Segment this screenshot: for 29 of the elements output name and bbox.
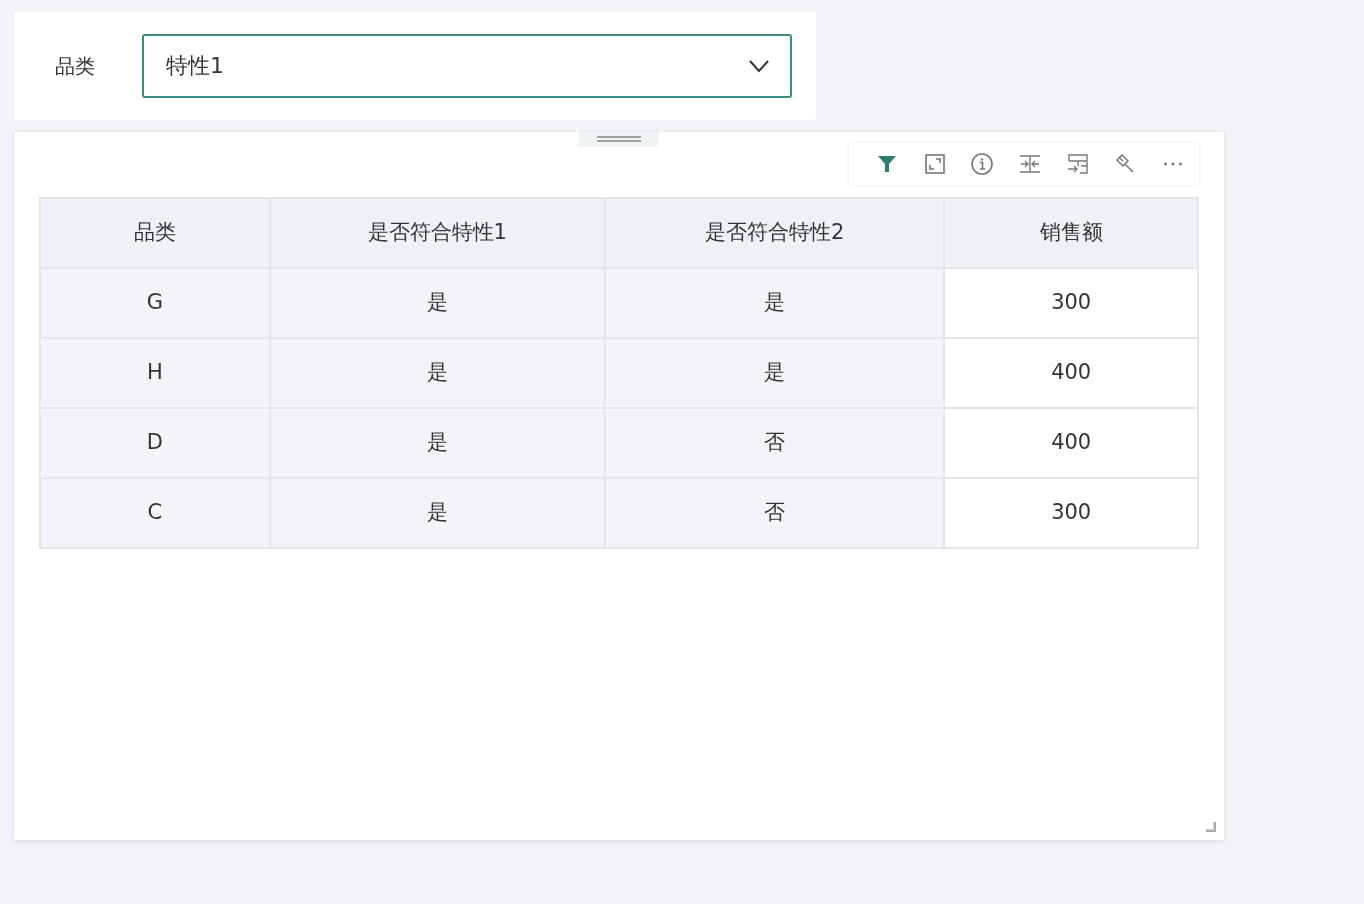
table-cell: 300 — [944, 268, 1198, 338]
table-cell: G — [40, 268, 270, 338]
table-arrow-icon — [1065, 152, 1090, 176]
column-header: 销售额 — [944, 198, 1198, 268]
filter-label: 品类 — [55, 53, 96, 80]
table-cell: 400 — [944, 408, 1198, 478]
compress-columns-icon — [1017, 152, 1042, 176]
table-cell: 是 — [605, 268, 945, 338]
table-cell: C — [40, 478, 270, 548]
table-cell: 否 — [605, 478, 945, 548]
resize-handle-icon[interactable] — [1206, 822, 1216, 832]
table-cell: 是 — [269, 478, 605, 548]
table-cell: 400 — [944, 338, 1198, 408]
table-cell: 是 — [269, 408, 605, 478]
table-cell: 否 — [605, 408, 945, 478]
table-cell: 是 — [605, 338, 945, 408]
table-cell: H — [40, 338, 270, 408]
more-icon — [1163, 162, 1182, 166]
column-header: 是否符合特性1 — [269, 198, 605, 268]
info-icon — [970, 152, 995, 176]
table-cell: 300 — [944, 478, 1198, 548]
expand-icon — [922, 152, 947, 176]
column-header: 品类 — [40, 198, 270, 268]
column-header: 是否符合特性2 — [605, 198, 945, 268]
table-cell: D — [40, 408, 270, 478]
table-cell: 是 — [269, 268, 605, 338]
table-cell: 是 — [269, 338, 605, 408]
chevron-down-icon — [748, 59, 770, 73]
category-select[interactable]: 特性1 — [142, 34, 792, 98]
